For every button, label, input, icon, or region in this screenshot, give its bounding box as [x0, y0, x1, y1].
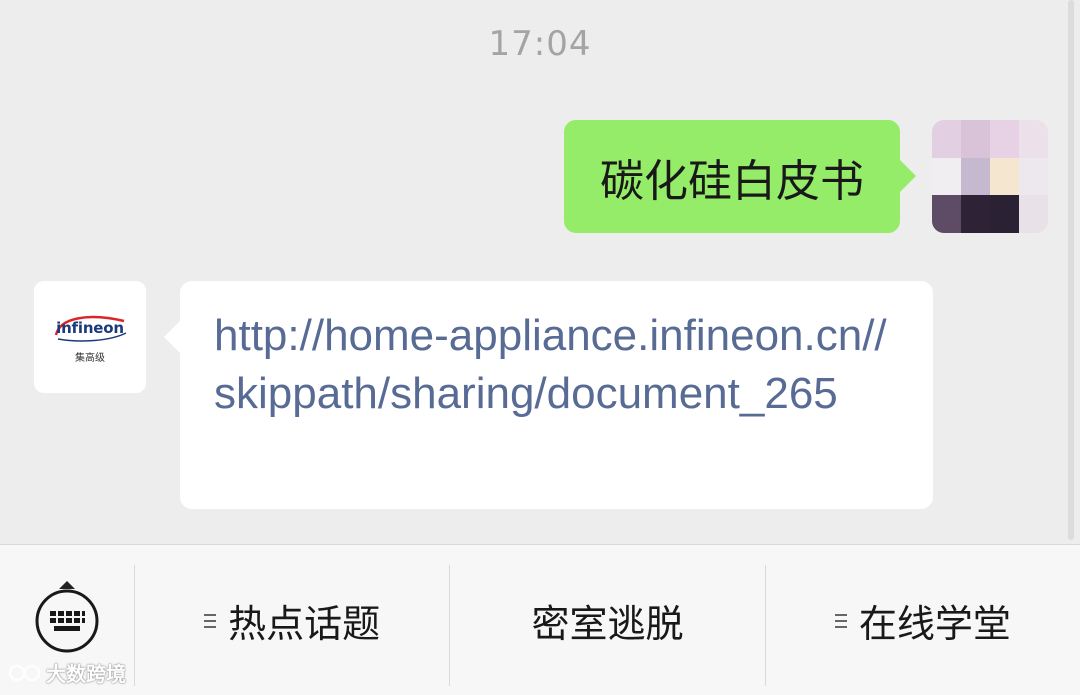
watermark-logo-icon — [8, 664, 41, 681]
incoming-message-bubble: http://home-appliance.infineon.cn//skipp… — [164, 281, 933, 509]
outgoing-message-row: 碳化硅白皮书 — [564, 120, 1048, 233]
watermark-text: 大数跨境 — [46, 662, 126, 686]
brand-wordmark: infineon — [56, 318, 124, 337]
menu-item-online-school[interactable]: 在线学堂 — [766, 545, 1080, 695]
menu-item-hot-topics[interactable]: 热点话题 — [135, 545, 449, 695]
submenu-lines-icon — [834, 612, 847, 630]
incoming-message-row: infineon 集高级 http://home-appliance.infin… — [34, 281, 933, 509]
caret-up-icon — [59, 581, 75, 589]
my-avatar[interactable] — [932, 120, 1048, 233]
menu-item-label: 热点话题 — [228, 602, 381, 646]
outgoing-message-bubble[interactable]: 碳化硅白皮书 — [564, 120, 916, 233]
infineon-logo: infineon — [50, 311, 130, 345]
brand-subtext: 集高级 — [75, 352, 105, 364]
submenu-lines-icon — [204, 612, 217, 630]
menu-item-label: 在线学堂 — [858, 602, 1011, 646]
menu-item-escape-room[interactable]: 密室逃脱 — [450, 545, 764, 695]
infineon-avatar[interactable]: infineon 集高级 — [34, 281, 146, 393]
keyboard-icon — [35, 589, 99, 652]
outgoing-message-text: 碳化硅白皮书 — [600, 155, 864, 207]
watermark: 大数跨境 — [8, 658, 126, 687]
message-timestamp: 17:04 — [488, 24, 592, 64]
custom-menu-bar: 热点话题 密室逃脱 在线学堂 — [0, 544, 1080, 695]
menu-item-label: 密室逃脱 — [531, 602, 684, 646]
scroll-indicator[interactable] — [1068, 0, 1074, 540]
message-link[interactable]: http://home-appliance.infineon.cn//skipp… — [214, 307, 903, 423]
chat-screen: 17:04 碳化硅白皮书 infineon 集高级 http://home-ap… — [0, 0, 1080, 695]
